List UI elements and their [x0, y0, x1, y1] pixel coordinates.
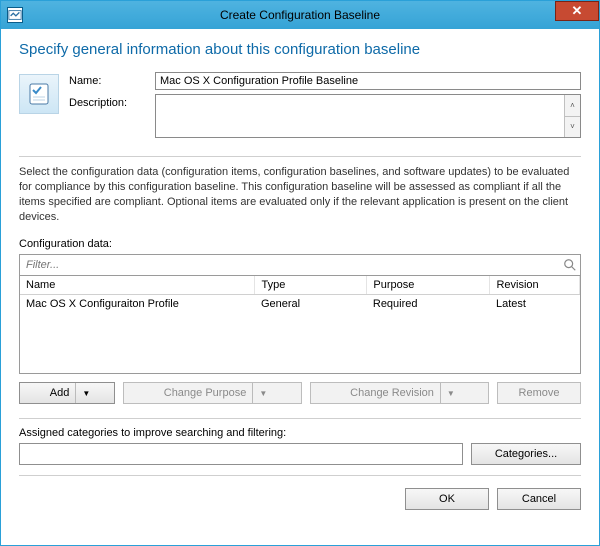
separator — [19, 475, 581, 476]
filter-box — [19, 254, 581, 276]
window-title: Create Configuration Baseline — [1, 8, 599, 22]
baseline-icon — [8, 8, 22, 22]
col-purpose[interactable]: Purpose — [367, 276, 490, 295]
cancel-button[interactable]: Cancel — [497, 488, 581, 510]
add-button-label: Add — [50, 387, 70, 399]
chevron-down-icon: ▼ — [75, 383, 90, 403]
table-row[interactable]: Mac OS X Configuraiton Profile General R… — [20, 295, 580, 314]
dialog-window: Create Configuration Baseline ✕ Specify … — [0, 0, 600, 546]
col-revision[interactable]: Revision — [490, 276, 580, 295]
form-icon — [19, 74, 59, 114]
description-label: Description: — [69, 94, 155, 109]
search-icon[interactable] — [560, 258, 580, 272]
titlebar: Create Configuration Baseline ✕ — [1, 1, 599, 29]
chevron-down-icon: ▼ — [440, 383, 455, 403]
cell-revision: Latest — [490, 295, 580, 314]
name-input[interactable] — [155, 72, 581, 90]
general-info-form: Name: Description: ˄ ˅ — [19, 72, 581, 142]
description-scroll[interactable]: ˄ ˅ — [564, 95, 580, 137]
chevron-down-icon: ▼ — [252, 383, 267, 403]
config-data-label: Configuration data: — [19, 238, 581, 250]
dialog-footer: OK Cancel — [19, 488, 581, 510]
instructions-text: Select the configuration data (configura… — [19, 165, 581, 224]
col-type[interactable]: Type — [255, 276, 367, 295]
separator — [19, 156, 581, 157]
config-buttons: Add ▼ Change Purpose ▼ Change Revision ▼… — [19, 382, 581, 404]
remove-label: Remove — [519, 387, 560, 399]
close-icon: ✕ — [572, 3, 583, 19]
assigned-categories-field — [19, 443, 463, 465]
dialog-content: Specify general information about this c… — [1, 29, 599, 545]
cell-type: General — [255, 295, 367, 314]
assigned-categories-label: Assigned categories to improve searching… — [19, 427, 581, 439]
close-button[interactable]: ✕ — [555, 1, 599, 21]
col-name[interactable]: Name — [20, 276, 255, 295]
filter-input[interactable] — [20, 257, 560, 273]
cell-name: Mac OS X Configuraiton Profile — [20, 295, 255, 314]
cell-purpose: Required — [367, 295, 490, 314]
change-purpose-button[interactable]: Change Purpose ▼ — [123, 382, 302, 404]
cancel-label: Cancel — [522, 493, 556, 505]
change-revision-button[interactable]: Change Revision ▼ — [310, 382, 489, 404]
categories-label: Categories... — [495, 448, 557, 460]
page-heading: Specify general information about this c… — [19, 41, 581, 58]
description-textarea[interactable] — [156, 95, 564, 137]
app-icon — [7, 7, 23, 23]
ok-label: OK — [439, 493, 455, 505]
remove-button[interactable]: Remove — [497, 382, 581, 404]
scroll-up-icon[interactable]: ˄ — [565, 95, 580, 117]
grid-header-row: Name Type Purpose Revision — [20, 276, 580, 295]
config-data-grid[interactable]: Name Type Purpose Revision Mac OS X Conf… — [19, 276, 581, 374]
change-revision-label: Change Revision — [350, 387, 434, 399]
add-button[interactable]: Add ▼ — [19, 382, 115, 404]
scroll-down-icon[interactable]: ˅ — [565, 117, 580, 138]
categories-button[interactable]: Categories... — [471, 443, 581, 465]
separator — [19, 418, 581, 419]
name-label: Name: — [69, 72, 155, 87]
change-purpose-label: Change Purpose — [164, 387, 247, 399]
checklist-icon — [27, 82, 51, 106]
ok-button[interactable]: OK — [405, 488, 489, 510]
